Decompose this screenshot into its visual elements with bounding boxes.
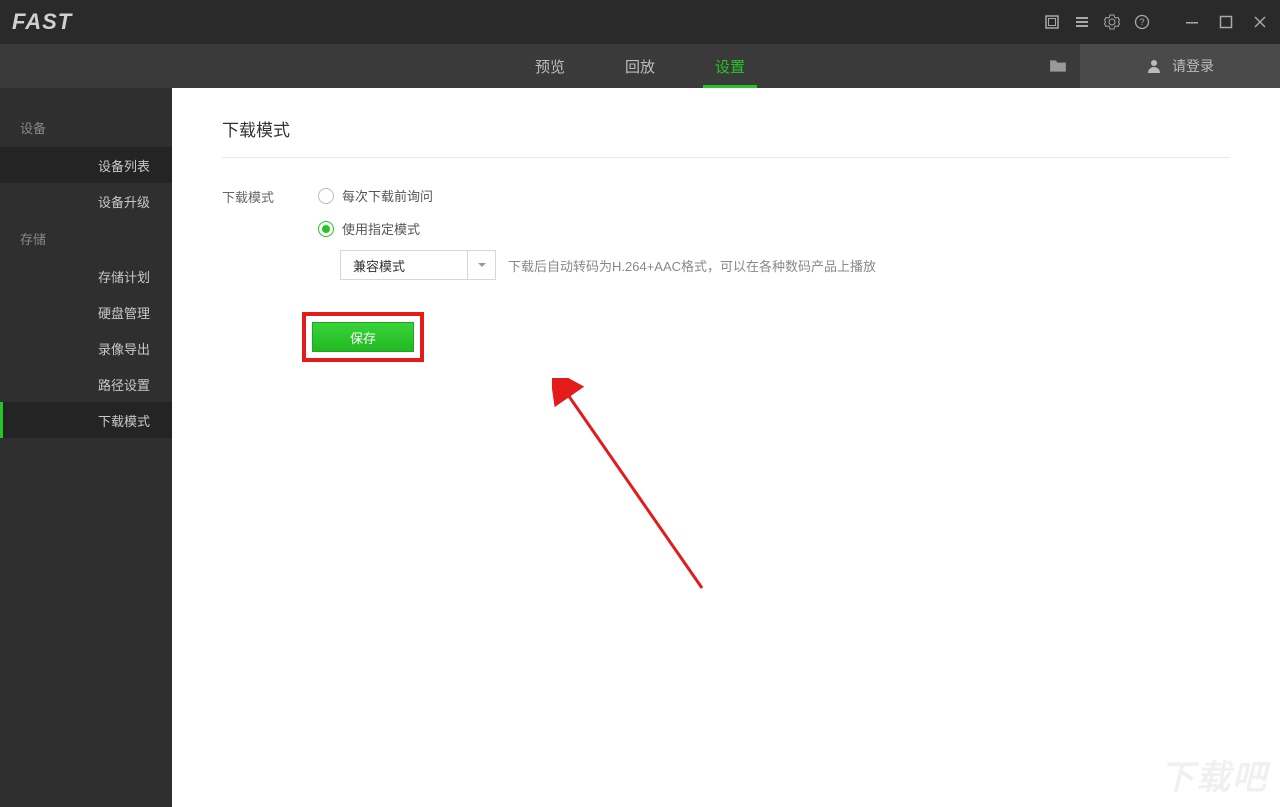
- minimize-icon[interactable]: [1184, 14, 1200, 30]
- radio-label: 每次下载前询问: [342, 186, 433, 205]
- body: 设备 设备列表 设备升级 存储 存储计划 硬盘管理 录像导出 路径设置 下载模式…: [0, 88, 1280, 807]
- close-icon[interactable]: [1252, 14, 1268, 30]
- content: 下载模式 下载模式 每次下载前询问 使用指定模式 兼容模式: [172, 88, 1280, 807]
- navbar: 预览 回放 设置 请登录: [0, 44, 1280, 88]
- maximize-icon[interactable]: [1218, 14, 1234, 30]
- form-row-mode: 下载模式 每次下载前询问 使用指定模式: [222, 186, 1230, 238]
- mode-select-row: 兼容模式 下载后自动转码为H.264+AAC格式，可以在各种数码产品上播放: [340, 250, 1230, 280]
- login-button[interactable]: 请登录: [1080, 44, 1280, 88]
- radio-group-mode: 每次下载前询问 使用指定模式: [318, 186, 433, 238]
- save-button[interactable]: 保存: [312, 322, 414, 352]
- sidebar-header-storage: 存储: [0, 219, 172, 258]
- radio-circle-icon: [318, 221, 334, 237]
- nav-right: 请登录: [1036, 44, 1280, 88]
- radio-label: 使用指定模式: [342, 219, 420, 238]
- form-label-mode: 下载模式: [222, 186, 318, 206]
- sidebar-header-device: 设备: [0, 108, 172, 147]
- nav-tabs: 预览 回放 设置: [505, 44, 775, 88]
- menu-icon[interactable]: [1074, 14, 1090, 30]
- form-area: 下载模式 每次下载前询问 使用指定模式 兼容模式: [222, 158, 1230, 362]
- gear-icon[interactable]: [1104, 14, 1120, 30]
- sidebar-item-record-export[interactable]: 录像导出: [0, 330, 172, 366]
- app-logo: FAST: [12, 9, 72, 35]
- mode-select[interactable]: 兼容模式: [340, 250, 496, 280]
- user-icon: [1146, 58, 1162, 74]
- window-controls: [1184, 14, 1268, 30]
- help-icon[interactable]: ?: [1134, 14, 1150, 30]
- sidebar-item-storage-plan[interactable]: 存储计划: [0, 258, 172, 294]
- mode-hint: 下载后自动转码为H.264+AAC格式，可以在各种数码产品上播放: [508, 256, 876, 275]
- titlebar: FAST ?: [0, 0, 1280, 44]
- tab-playback[interactable]: 回放: [595, 44, 685, 88]
- tab-preview[interactable]: 预览: [505, 44, 595, 88]
- watermark: 下载吧: [1160, 750, 1268, 799]
- page-title: 下载模式: [222, 116, 1230, 158]
- tab-settings[interactable]: 设置: [685, 44, 775, 88]
- sidebar-item-device-list[interactable]: 设备列表: [0, 147, 172, 183]
- sidebar: 设备 设备列表 设备升级 存储 存储计划 硬盘管理 录像导出 路径设置 下载模式: [0, 88, 172, 807]
- save-highlight-box: 保存: [302, 312, 424, 362]
- screenshot-icon[interactable]: [1044, 14, 1060, 30]
- login-label: 请登录: [1172, 56, 1214, 76]
- svg-text:?: ?: [1139, 17, 1144, 27]
- chevron-down-icon: [467, 251, 495, 279]
- sidebar-item-device-upgrade[interactable]: 设备升级: [0, 183, 172, 219]
- sidebar-item-disk-manage[interactable]: 硬盘管理: [0, 294, 172, 330]
- folder-icon[interactable]: [1036, 44, 1080, 88]
- arrow-annotation: [552, 378, 732, 608]
- radio-ask-each-time[interactable]: 每次下载前询问: [318, 186, 433, 205]
- titlebar-right: ?: [1044, 14, 1268, 30]
- sidebar-item-download-mode[interactable]: 下载模式: [0, 402, 172, 438]
- radio-use-mode[interactable]: 使用指定模式: [318, 219, 433, 238]
- radio-circle-icon: [318, 188, 334, 204]
- select-value: 兼容模式: [341, 256, 467, 275]
- sidebar-item-path-setting[interactable]: 路径设置: [0, 366, 172, 402]
